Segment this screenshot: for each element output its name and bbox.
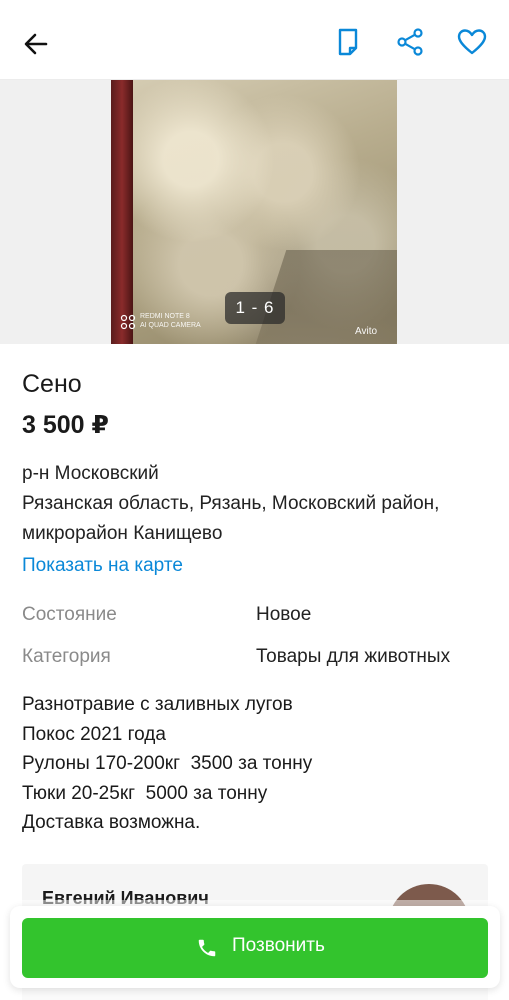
photo-counter: 1 - 6 (225, 292, 285, 324)
watermark-line2: AI QUAD CAMERA (140, 322, 201, 329)
heart-icon[interactable] (456, 26, 488, 58)
address-line-1: р-н Московский (22, 463, 159, 484)
call-button-container: Позвонить (10, 906, 500, 988)
top-bar (0, 0, 509, 80)
camera-dots-icon (120, 314, 136, 330)
description-line: Доставка возможна. (22, 812, 201, 833)
description-line: Разнотравие с заливных лугов (22, 694, 293, 715)
listing-title: Сено (22, 370, 82, 398)
property-value-category: Товары для животных (256, 646, 451, 667)
property-value-condition: Новое (256, 604, 312, 625)
photo-pole (111, 80, 133, 344)
property-label-condition: Состояние (22, 604, 117, 625)
avito-watermark: Avito (355, 326, 378, 337)
photo-gallery[interactable]: 1 - 6 REDMI NOTE 8 AI QUAD CAMERA (0, 80, 509, 344)
address-line-3: микрорайон Канищево (22, 523, 223, 544)
description-line: Тюки 20-25кг 5000 за тонну (22, 782, 268, 804)
listing-description: Разнотравие с заливных лугов Покос 2021 … (22, 690, 312, 838)
back-arrow-icon[interactable] (18, 26, 54, 62)
address-line-2: Рязанская область, Рязань, Московский ра… (22, 493, 440, 514)
property-label-category: Категория (22, 646, 111, 667)
call-button-label: Позвонить (232, 935, 325, 956)
call-button[interactable]: Позвонить (22, 918, 488, 978)
listing-price: 3 500 ₽ (22, 411, 109, 439)
watermark-line1: REDMI NOTE 8 (140, 313, 190, 320)
description-line: Покос 2021 года (22, 723, 166, 745)
share-icon[interactable] (394, 26, 426, 58)
note-icon[interactable] (333, 26, 365, 58)
description-line: Рулоны 170-200кг 3500 за тонну (22, 753, 313, 774)
show-on-map-link[interactable]: Показать на карте (22, 555, 183, 577)
phone-icon (198, 939, 216, 957)
